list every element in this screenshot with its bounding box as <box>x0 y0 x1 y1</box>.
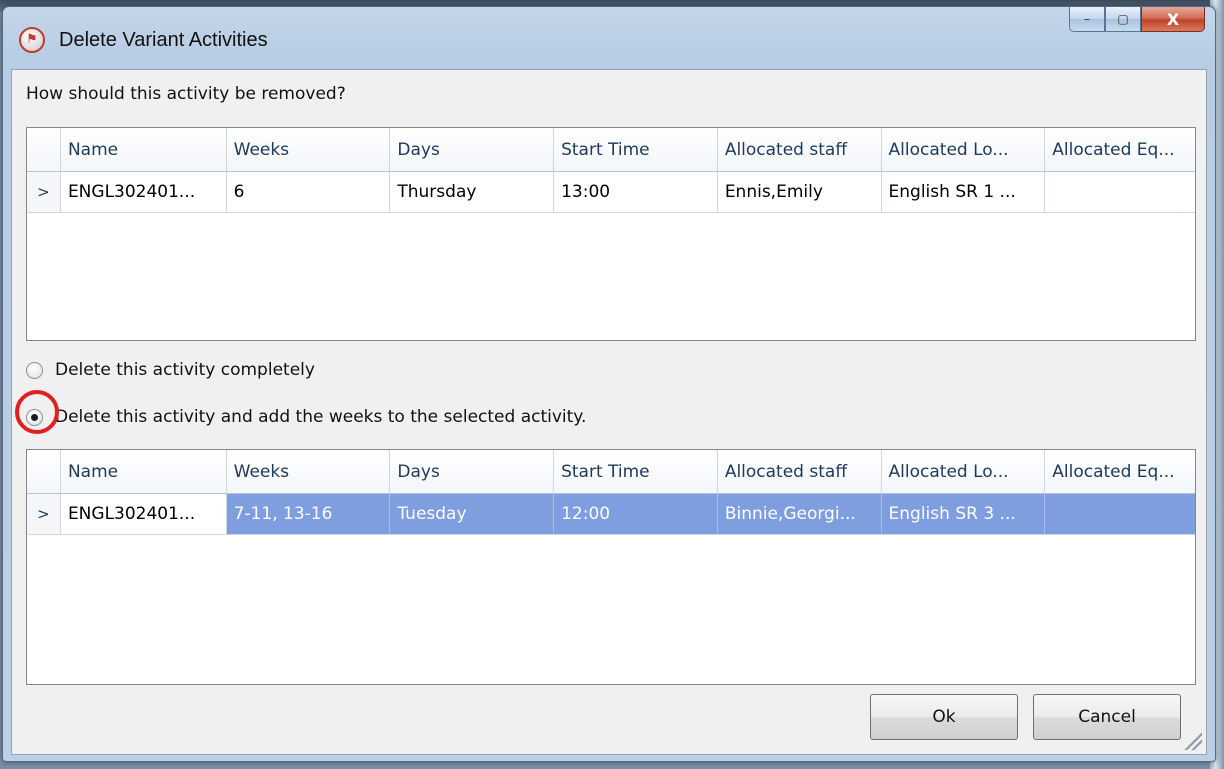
cell-start-time[interactable]: 13:00 <box>554 172 718 213</box>
window-title: Delete Variant Activities <box>59 29 268 51</box>
cell-allocated-location[interactable]: English SR 1 ... <box>881 172 1046 213</box>
column-header-weeks[interactable]: Weeks <box>226 450 391 494</box>
cell-days[interactable]: Thursday <box>390 172 555 213</box>
row-indicator[interactable]: > <box>27 494 61 535</box>
column-header-allocated-equipment[interactable]: Allocated Eq... <box>1045 128 1195 172</box>
cell-weeks[interactable]: 6 <box>226 172 391 213</box>
column-header-start-time[interactable]: Start Time <box>554 450 718 494</box>
cell-allocated-staff[interactable]: Binnie,Georgi... <box>717 494 882 535</box>
row-indicator-header <box>27 128 61 172</box>
cell-allocated-location[interactable]: English SR 3 ... <box>881 494 1046 535</box>
row-arrow-icon: > <box>37 183 50 201</box>
delete-and-merge-label: Delete this activity and add the weeks t… <box>55 407 587 427</box>
column-header-allocated-staff[interactable]: Allocated staff <box>717 128 882 172</box>
cell-name[interactable]: ENGL302401... <box>60 172 227 213</box>
column-header-days[interactable]: Days <box>390 450 555 494</box>
minimize-button[interactable]: – <box>1069 7 1105 32</box>
close-icon: X <box>1166 9 1180 29</box>
maximize-button[interactable]: ▢ <box>1105 7 1141 32</box>
ok-button[interactable]: Ok <box>870 694 1018 740</box>
cell-allocated-staff[interactable]: Ennis,Emily <box>717 172 882 213</box>
cell-start-time[interactable]: 12:00 <box>554 494 718 535</box>
target-activity-grid[interactable]: Name Weeks Days Start Time Allocated sta… <box>26 449 1196 685</box>
minimize-icon: – <box>1084 12 1090 26</box>
cancel-button[interactable]: Cancel <box>1033 694 1181 740</box>
column-header-name[interactable]: Name <box>60 128 227 172</box>
column-header-days[interactable]: Days <box>390 128 555 172</box>
highlight-circle <box>15 389 59 434</box>
cell-weeks[interactable]: 7-11, 13-16 <box>226 494 391 535</box>
grid-header: Name Weeks Days Start Time Allocated sta… <box>27 450 1195 494</box>
cell-allocated-equipment[interactable] <box>1045 494 1195 535</box>
cell-allocated-equipment[interactable] <box>1045 172 1195 213</box>
dialog-window: ⚑ Delete Variant Activities – ▢ X How sh… <box>2 6 1216 762</box>
dialog-content: How should this activity be removed? Nam… <box>11 69 1207 755</box>
app-icon: ⚑ <box>19 27 45 53</box>
row-indicator-header <box>27 450 61 494</box>
source-activity-grid[interactable]: Name Weeks Days Start Time Allocated sta… <box>26 127 1196 341</box>
cell-days[interactable]: Tuesday <box>390 494 555 535</box>
column-header-allocated-staff[interactable]: Allocated staff <box>717 450 882 494</box>
delete-completely-radio[interactable] <box>26 361 43 379</box>
row-indicator[interactable]: > <box>27 172 61 213</box>
delete-and-merge-radio[interactable] <box>15 389 59 434</box>
column-header-allocated-location[interactable]: Allocated Lo... <box>881 450 1046 494</box>
column-header-name[interactable]: Name <box>60 450 227 494</box>
row-arrow-icon: > <box>37 505 50 523</box>
maximize-icon: ▢ <box>1117 12 1129 26</box>
table-row[interactable]: > ENGL302401... 6 Thursday 13:00 Ennis,E… <box>27 172 1195 213</box>
title-bar[interactable]: ⚑ Delete Variant Activities – ▢ X <box>3 7 1215 63</box>
option-delete-completely[interactable]: Delete this activity completely <box>26 360 315 380</box>
option-delete-and-merge[interactable]: Delete this activity and add the weeks t… <box>15 389 587 434</box>
column-header-start-time[interactable]: Start Time <box>554 128 718 172</box>
resize-grip[interactable] <box>1180 728 1202 750</box>
cell-name[interactable]: ENGL302401... <box>60 494 227 535</box>
column-header-weeks[interactable]: Weeks <box>226 128 391 172</box>
table-row-selected[interactable]: > ENGL302401... 7-11, 13-16 Tuesday 12:0… <box>27 494 1195 535</box>
delete-completely-label: Delete this activity completely <box>55 360 315 380</box>
caption-buttons: – ▢ X <box>1069 7 1205 33</box>
column-header-allocated-equipment[interactable]: Allocated Eq... <box>1045 450 1195 494</box>
close-button[interactable]: X <box>1141 7 1205 32</box>
prompt-text: How should this activity be removed? <box>26 84 346 104</box>
grid-header: Name Weeks Days Start Time Allocated sta… <box>27 128 1195 172</box>
column-header-allocated-location[interactable]: Allocated Lo... <box>881 128 1046 172</box>
